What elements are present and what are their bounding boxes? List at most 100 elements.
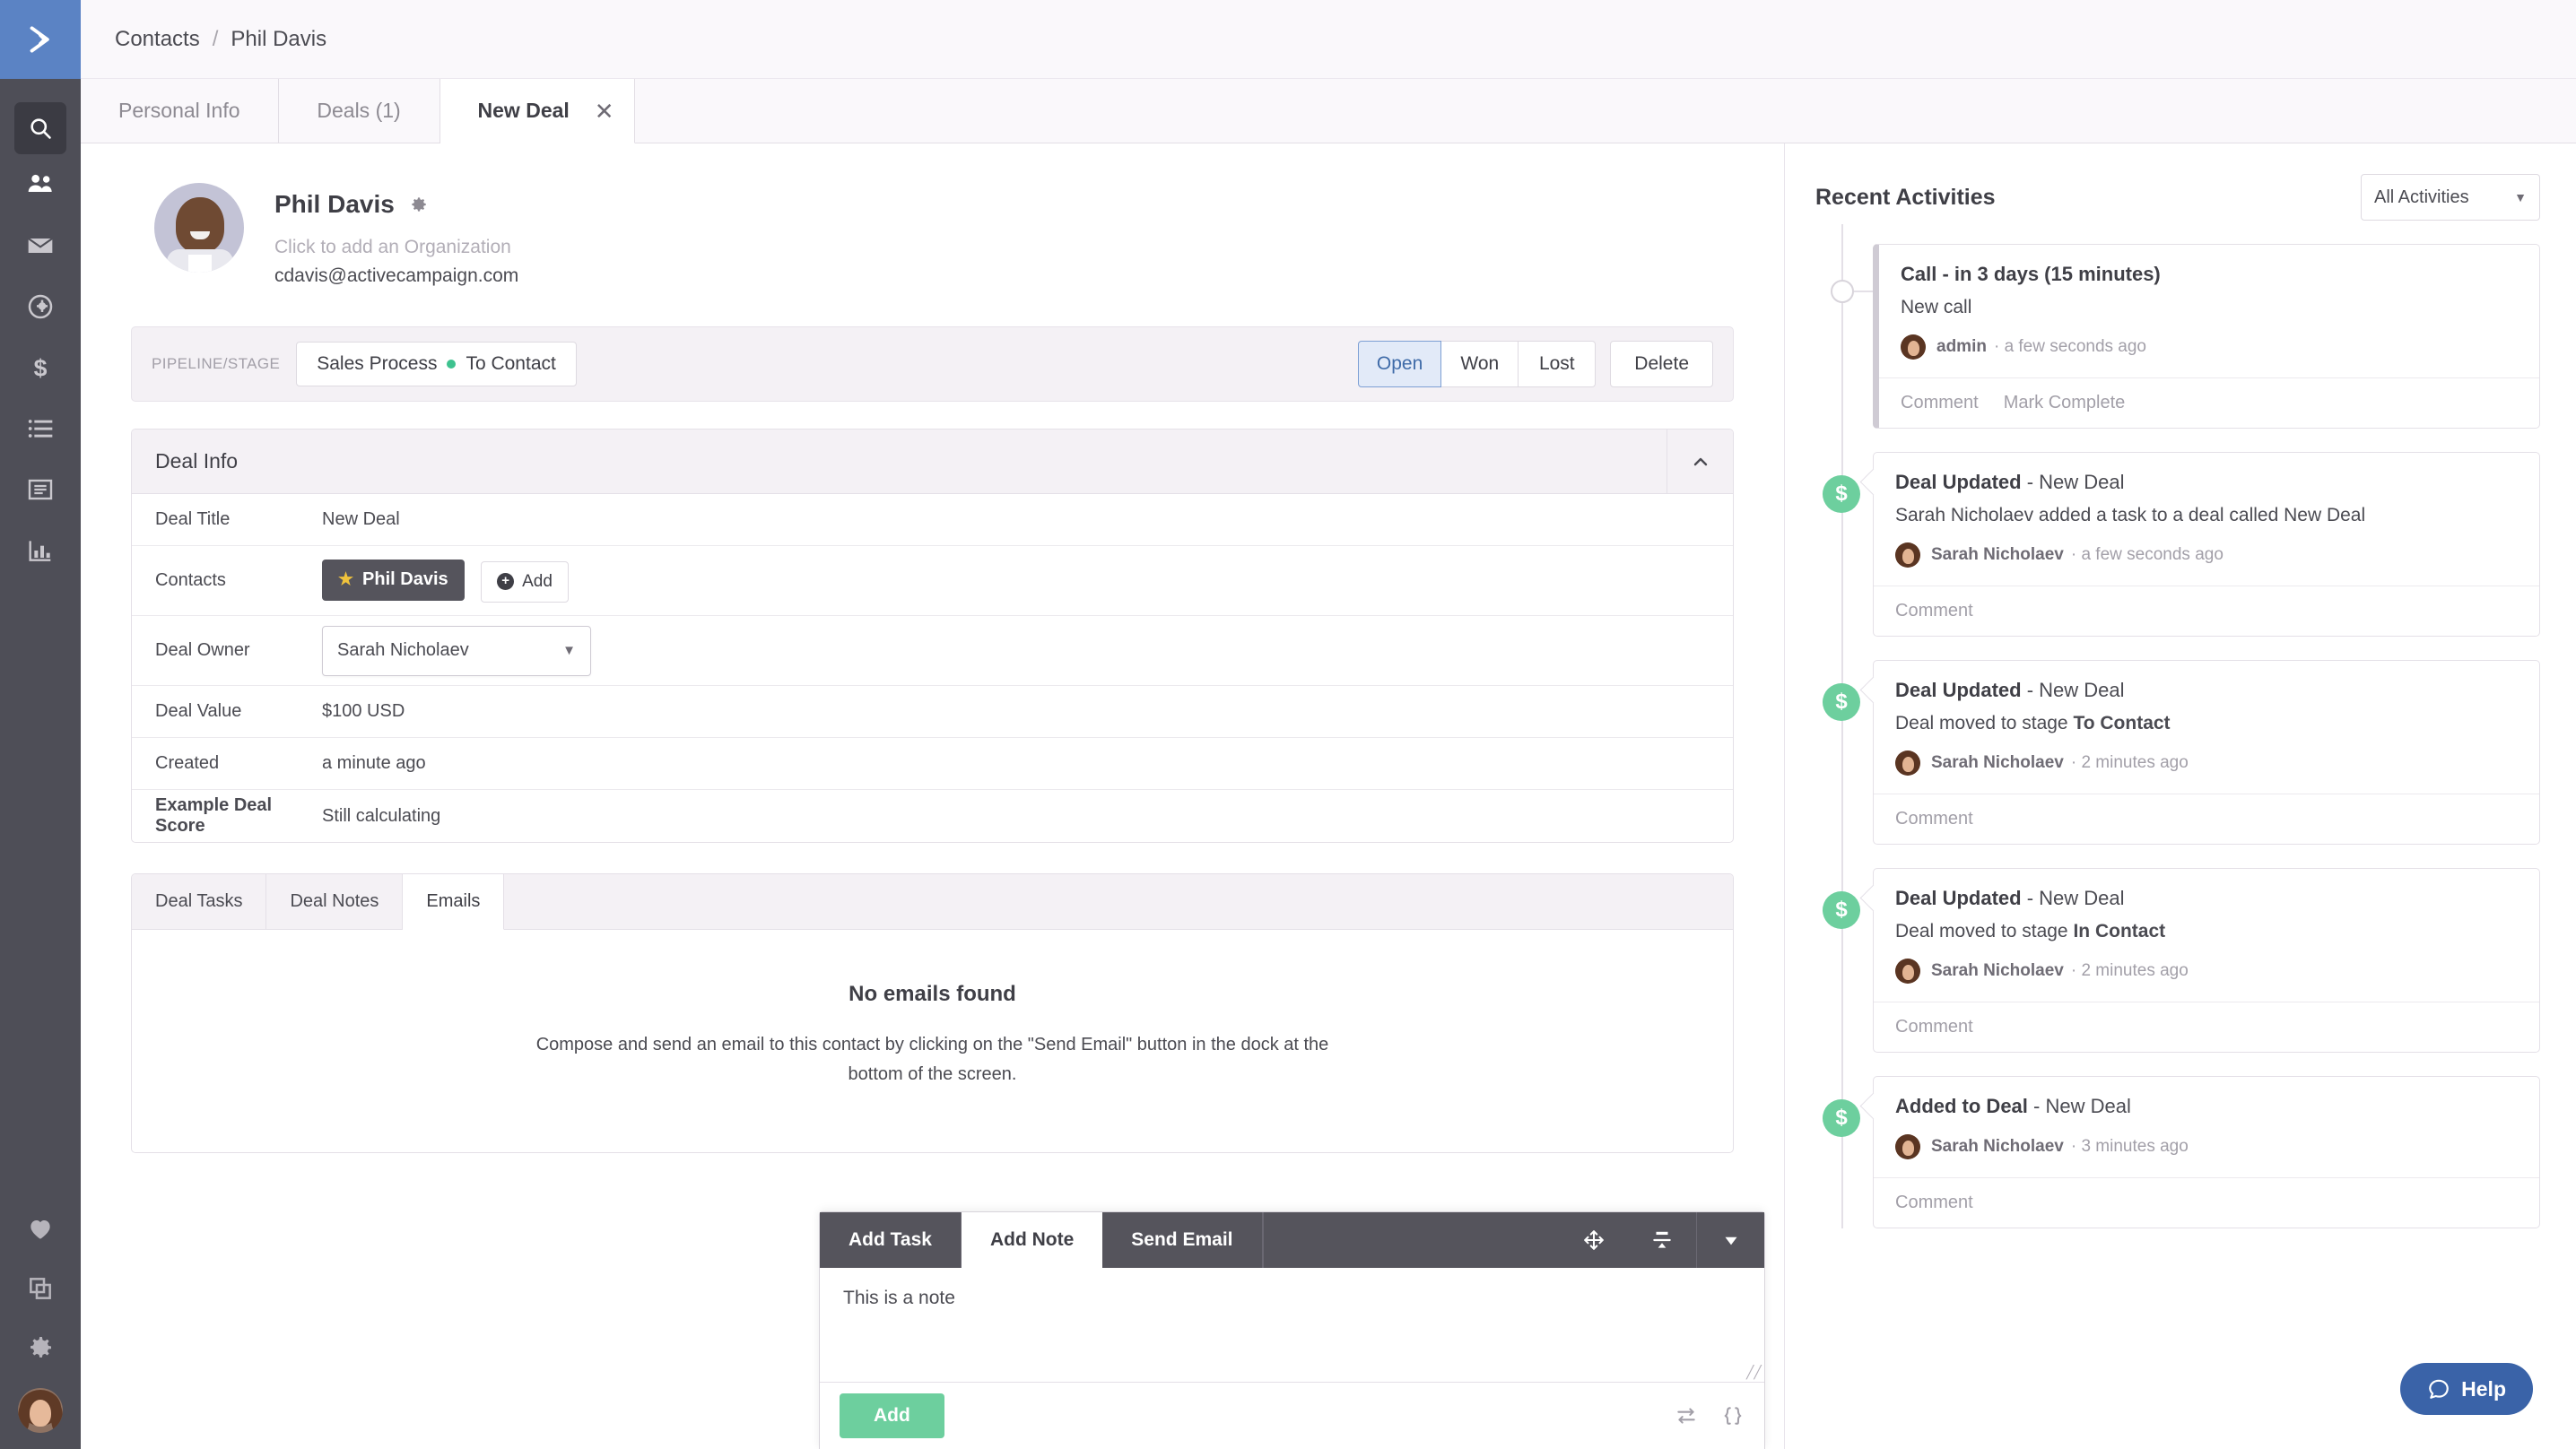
dock-tab-send-email[interactable]: Send Email	[1102, 1212, 1263, 1268]
resize-handle[interactable]: ╱╱	[1746, 1366, 1762, 1378]
dock-spacer	[1262, 1212, 1561, 1268]
avatar-hair-right	[51, 1402, 63, 1433]
mark-complete-action[interactable]: Mark Complete	[2004, 393, 2126, 413]
close-icon[interactable]: ✕	[595, 100, 614, 123]
subtab-deal-notes[interactable]: Deal Notes	[266, 874, 404, 929]
sidebar-item-deals[interactable]: $	[13, 337, 67, 398]
tab-personal-info[interactable]: Personal Info	[81, 79, 279, 143]
activity-time-text: 2 minutes ago	[2081, 753, 2189, 772]
sidebar-item-favorites[interactable]	[13, 1200, 67, 1259]
sidebar-item-settings[interactable]	[13, 1318, 67, 1377]
activity-heading: Call - in 3 days (15 minutes)	[1901, 263, 2518, 286]
avatar	[1901, 334, 1926, 360]
empty-state-title: No emails found	[849, 982, 1016, 1006]
row-deal-title: Deal Title New Deal	[132, 494, 1733, 546]
organization-placeholder[interactable]: Click to add an Organization	[274, 237, 518, 258]
chat-bubble-icon	[2429, 1379, 2449, 1399]
sidebar-item-apps[interactable]	[13, 1259, 67, 1318]
comment-action[interactable]: Comment	[1901, 393, 1979, 413]
activity-card[interactable]: Deal Updated - New Deal Deal moved to st…	[1873, 868, 2540, 1053]
app-logo[interactable]	[0, 0, 81, 79]
activity-time-text: 3 minutes ago	[2081, 1137, 2189, 1156]
activity-card[interactable]: Added to Deal - New Deal Sarah Nicholaev…	[1873, 1076, 2540, 1228]
svg-text:$: $	[34, 354, 48, 381]
field-value[interactable]: New Deal	[322, 509, 400, 530]
comment-action[interactable]: Comment	[1895, 809, 1973, 829]
activity-card[interactable]: Deal Updated - New Deal Sarah Nicholaev …	[1873, 452, 2540, 637]
sidebar-item-lists[interactable]	[13, 398, 67, 459]
activities-filter-select[interactable]: All Activities ▼	[2361, 174, 2540, 221]
contact-email[interactable]: cdavis@activecampaign.com	[274, 265, 518, 287]
field-value[interactable]: $100 USD	[322, 701, 405, 722]
activity-description-strong: To Contact	[2073, 713, 2171, 733]
deal-info-collapse-button[interactable]	[1667, 429, 1733, 494]
sidebar-item-reports[interactable]	[13, 520, 67, 581]
add-contact-button[interactable]: + Add	[481, 560, 569, 603]
tab-deals[interactable]: Deals (1)	[278, 79, 440, 143]
chevron-right-logo-icon	[30, 26, 49, 53]
activity-heading-bold: Deal Updated	[1895, 679, 2022, 701]
activity-author: Sarah Nicholaev	[1931, 961, 2064, 980]
activities-header: Recent Activities All Activities ▼	[1815, 170, 2540, 224]
avatar-face	[1902, 1141, 1914, 1156]
sidebar-item-forms[interactable]	[13, 459, 67, 520]
breadcrumb-root[interactable]: Contacts	[115, 27, 200, 52]
status-open-button[interactable]: Open	[1357, 341, 1442, 387]
comment-action[interactable]: Comment	[1895, 1193, 1973, 1213]
help-button[interactable]: Help	[2400, 1363, 2533, 1415]
exchange-arrows-icon[interactable]	[1675, 1404, 1698, 1427]
status-lost-button[interactable]: Lost	[1519, 341, 1597, 387]
breadcrumb-separator: /	[212, 26, 219, 51]
activity-body: Deal Updated - New Deal Sarah Nicholaev …	[1874, 453, 2539, 586]
activity-description-text: Deal moved to stage	[1895, 713, 2074, 733]
pipeline-stage-selector[interactable]: Sales Process To Contact	[296, 342, 577, 386]
tab-new-deal[interactable]: New Deal ✕	[439, 79, 635, 143]
subtab-deal-tasks[interactable]: Deal Tasks	[132, 874, 267, 929]
field-value: Still calculating	[322, 805, 441, 826]
search-icon	[30, 118, 51, 139]
note-input[interactable]: This is a note ╱╱	[820, 1268, 1764, 1383]
sidebar-item-campaigns[interactable]	[13, 215, 67, 276]
dock-tab-add-note[interactable]: Add Note	[961, 1212, 1103, 1268]
delete-deal-button[interactable]: Delete	[1610, 341, 1713, 387]
gear-settings-icon	[30, 1337, 51, 1358]
activity-time: · a few seconds ago	[2070, 545, 2224, 564]
activity-card[interactable]: Deal Updated - New Deal Deal moved to st…	[1873, 660, 2540, 845]
field-value: a minute ago	[322, 753, 426, 773]
comment-action[interactable]: Comment	[1895, 601, 1973, 621]
contact-chip[interactable]: ★ Phil Davis	[322, 559, 465, 601]
chevron-up-icon	[1693, 457, 1707, 465]
contact-settings-button[interactable]	[409, 195, 429, 214]
sidebar-item-contacts[interactable]	[13, 154, 67, 215]
avatar	[1895, 542, 1920, 568]
subtab-emails[interactable]: Emails	[403, 874, 505, 930]
code-braces-icon[interactable]	[1721, 1404, 1745, 1427]
sidebar-item-automations[interactable]	[13, 276, 67, 337]
status-won-button[interactable]: Won	[1441, 341, 1519, 387]
avatar-collar	[188, 255, 212, 273]
dock-more-button[interactable]	[1696, 1212, 1764, 1268]
activity-time-text: a few seconds ago	[2004, 337, 2147, 356]
app-root: $ Contacts / Phil Davis Personal Info De…	[0, 0, 2576, 1449]
comment-action[interactable]: Comment	[1895, 1017, 1973, 1037]
dock-move-button[interactable]	[1560, 1212, 1628, 1268]
add-note-submit-button[interactable]: Add	[840, 1393, 944, 1438]
deal-owner-select[interactable]: Sarah Nicholaev ▼	[322, 625, 591, 676]
sidebar-search-button[interactable]	[14, 102, 66, 154]
dock-collapse-button[interactable]	[1628, 1212, 1696, 1268]
chevron-down-icon: ▼	[2514, 190, 2527, 204]
activity-time: · 3 minutes ago	[2070, 1137, 2189, 1156]
pipeline-name: Sales Process	[317, 353, 438, 374]
sidebar-user-avatar[interactable]	[18, 1388, 63, 1433]
field-label: Created	[155, 753, 220, 773]
deal-subtabs-strip: Deal Tasks Deal Notes Emails	[132, 874, 1733, 930]
activity-time-text: 2 minutes ago	[2081, 961, 2189, 980]
avatar	[1895, 751, 1920, 776]
activity-heading: Deal Updated - New Deal	[1895, 471, 2518, 494]
contact-chip-label: Phil Davis	[362, 569, 448, 589]
dock-tab-add-task[interactable]: Add Task	[820, 1212, 962, 1268]
activity-heading-rest: - New Deal	[2021, 679, 2125, 701]
activity-card[interactable]: Call - in 3 days (15 minutes) New call a…	[1873, 244, 2540, 429]
row-deal-value: Deal Value $100 USD	[132, 686, 1733, 738]
activity-body: Added to Deal - New Deal Sarah Nicholaev…	[1874, 1077, 2539, 1177]
